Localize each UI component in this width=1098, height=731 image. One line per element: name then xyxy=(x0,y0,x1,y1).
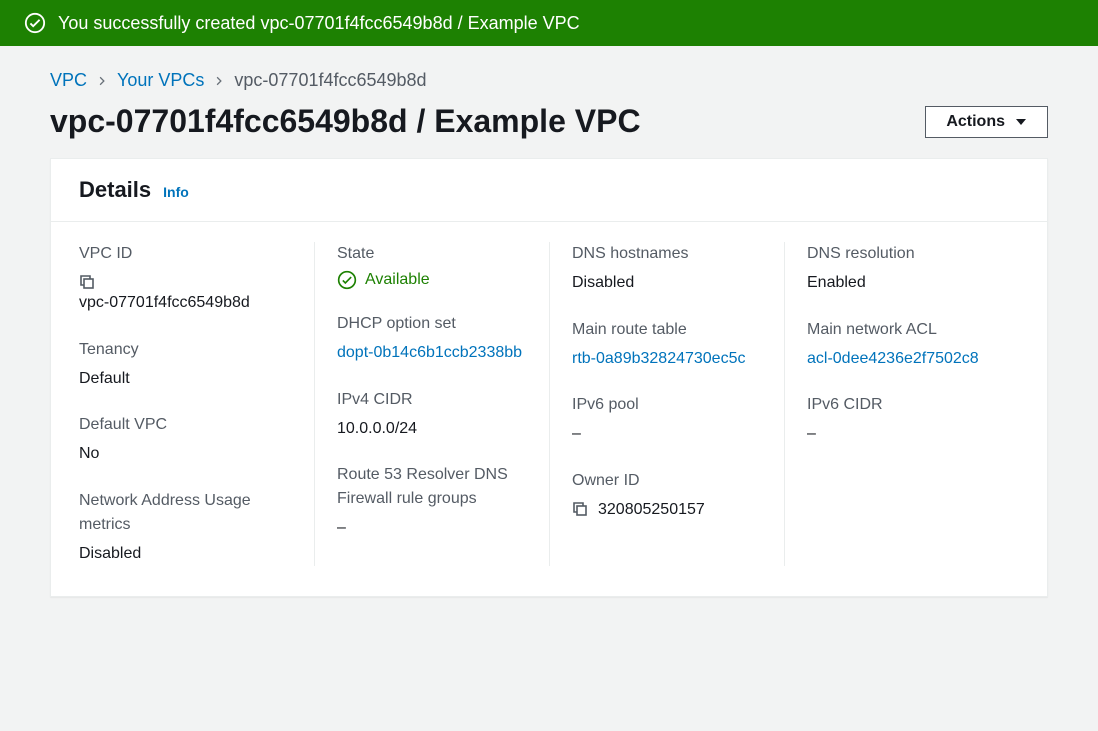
field-value: 320805250157 xyxy=(598,497,705,523)
field-label: Owner ID xyxy=(572,469,762,493)
caret-down-icon xyxy=(1015,116,1027,128)
field-label: Main route table xyxy=(572,318,762,342)
field-ipv6-cidr: IPv6 CIDR – xyxy=(807,393,1019,447)
field-label: VPC ID xyxy=(79,242,292,266)
field-dhcp-option-set: DHCP option set dopt-0b14c6b1ccb2338bb xyxy=(337,312,527,366)
field-value: Default xyxy=(79,366,292,392)
page-title: vpc-07701f4fcc6549b8d / Example VPC xyxy=(50,103,641,140)
chevron-right-icon xyxy=(97,70,107,91)
details-column-4: DNS resolution Enabled Main network ACL … xyxy=(784,242,1019,566)
dhcp-option-set-link[interactable]: dopt-0b14c6b1ccb2338bb xyxy=(337,344,522,361)
field-label: DHCP option set xyxy=(337,312,527,336)
field-label: DNS hostnames xyxy=(572,242,762,266)
details-column-2: State Available DHCP option set dopt-0b1… xyxy=(314,242,549,566)
field-dns-hostnames: DNS hostnames Disabled xyxy=(572,242,762,296)
page-content: VPC Your VPCs vpc-07701f4fcc6549b8d vpc-… xyxy=(0,46,1098,621)
check-circle-icon xyxy=(337,270,357,290)
field-label: IPv6 CIDR xyxy=(807,393,1019,417)
details-column-1: VPC ID vpc-07701f4fcc6549b8d Tenancy Def… xyxy=(79,242,314,566)
field-value: – xyxy=(337,515,527,541)
field-owner-id: Owner ID 320805250157 xyxy=(572,469,762,523)
breadcrumb-current: vpc-07701f4fcc6549b8d xyxy=(234,70,426,91)
field-value: Enabled xyxy=(807,270,1019,296)
field-label: IPv6 pool xyxy=(572,393,762,417)
check-circle-icon xyxy=(24,12,46,34)
field-label: Main network ACL xyxy=(807,318,1019,342)
field-value: – xyxy=(807,421,1019,447)
field-naum: Network Address Usage metrics Disabled xyxy=(79,489,292,567)
field-value: No xyxy=(79,441,292,467)
panel-heading: Details xyxy=(79,177,151,203)
field-ipv6-pool: IPv6 pool – xyxy=(572,393,762,447)
field-r53-firewall: Route 53 Resolver DNS Firewall rule grou… xyxy=(337,463,527,541)
actions-button[interactable]: Actions xyxy=(925,106,1048,138)
field-default-vpc: Default VPC No xyxy=(79,413,292,467)
field-label: DNS resolution xyxy=(807,242,1019,266)
main-route-table-link[interactable]: rtb-0a89b32824730ec5c xyxy=(572,350,745,367)
field-label: IPv4 CIDR xyxy=(337,388,527,412)
field-value: Available xyxy=(365,271,430,289)
info-link[interactable]: Info xyxy=(163,184,189,200)
details-column-3: DNS hostnames Disabled Main route table … xyxy=(549,242,784,566)
actions-label: Actions xyxy=(946,113,1005,131)
panel-header: Details Info xyxy=(51,159,1047,222)
field-value: 10.0.0.0/24 xyxy=(337,416,527,442)
field-label: State xyxy=(337,242,527,266)
banner-message: You successfully created vpc-07701f4fcc6… xyxy=(58,13,580,34)
breadcrumb-link-your-vpcs[interactable]: Your VPCs xyxy=(117,70,204,91)
field-main-route-table: Main route table rtb-0a89b32824730ec5c xyxy=(572,318,762,372)
field-tenancy: Tenancy Default xyxy=(79,338,292,392)
breadcrumb: VPC Your VPCs vpc-07701f4fcc6549b8d xyxy=(50,70,1048,91)
field-state: State Available xyxy=(337,242,527,290)
field-value: – xyxy=(572,421,762,447)
field-value: Disabled xyxy=(79,541,292,567)
status-badge: Available xyxy=(337,270,527,290)
copy-icon[interactable] xyxy=(572,501,588,517)
field-ipv4-cidr: IPv4 CIDR 10.0.0.0/24 xyxy=(337,388,527,442)
field-label: Network Address Usage metrics xyxy=(79,489,292,537)
field-dns-resolution: DNS resolution Enabled xyxy=(807,242,1019,296)
field-value: Disabled xyxy=(572,270,762,296)
success-banner: You successfully created vpc-07701f4fcc6… xyxy=(0,0,1098,46)
breadcrumb-link-vpc[interactable]: VPC xyxy=(50,70,87,91)
field-value: vpc-07701f4fcc6549b8d xyxy=(79,290,292,316)
main-network-acl-link[interactable]: acl-0dee4236e2f7502c8 xyxy=(807,350,979,367)
chevron-right-icon xyxy=(214,70,224,91)
field-vpc-id: VPC ID vpc-07701f4fcc6549b8d xyxy=(79,242,292,316)
field-label: Route 53 Resolver DNS Firewall rule grou… xyxy=(337,463,527,511)
title-row: vpc-07701f4fcc6549b8d / Example VPC Acti… xyxy=(50,103,1048,140)
copy-icon[interactable] xyxy=(79,274,95,290)
panel-body: VPC ID vpc-07701f4fcc6549b8d Tenancy Def… xyxy=(51,222,1047,596)
field-label: Tenancy xyxy=(79,338,292,362)
field-main-network-acl: Main network ACL acl-0dee4236e2f7502c8 xyxy=(807,318,1019,372)
details-panel: Details Info VPC ID vpc-07701f4fcc6549b8… xyxy=(50,158,1048,597)
field-label: Default VPC xyxy=(79,413,292,437)
